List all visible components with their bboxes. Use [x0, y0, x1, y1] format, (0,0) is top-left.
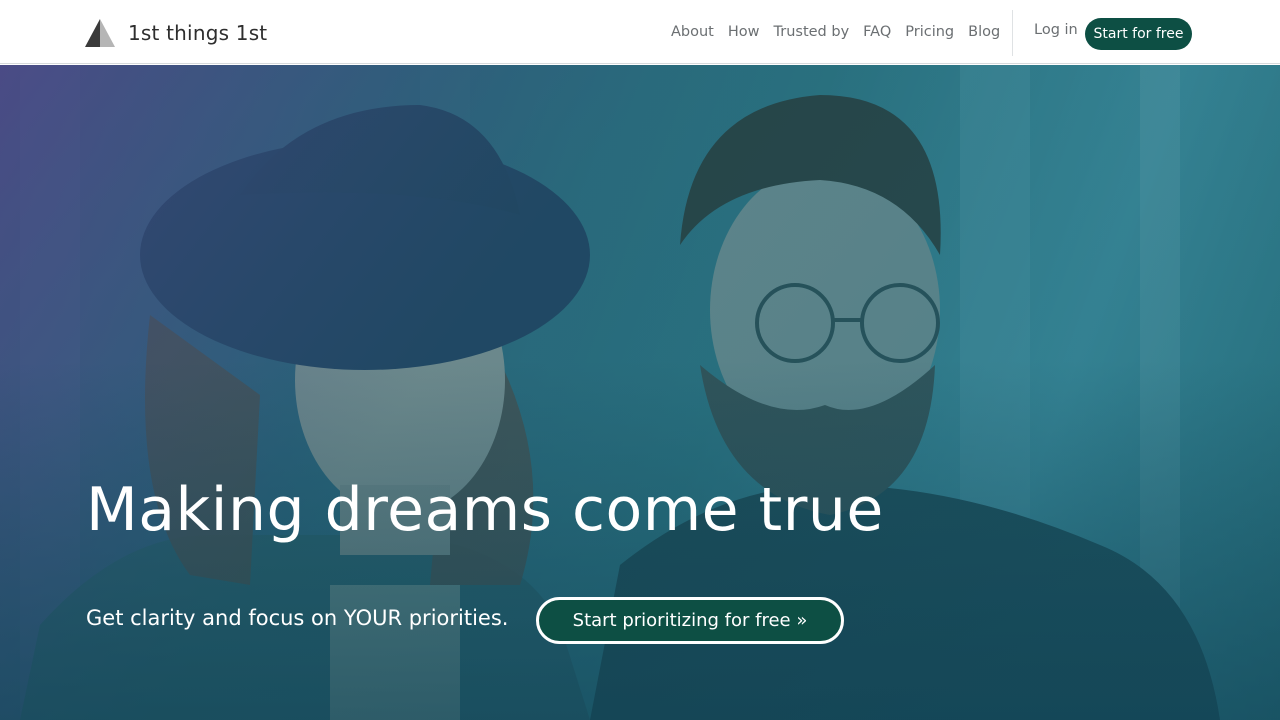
- triangle-logo-icon: [85, 19, 115, 47]
- nav-link-pricing[interactable]: Pricing: [902, 24, 957, 40]
- nav-link-faq[interactable]: FAQ: [860, 24, 894, 40]
- hero-subtitle: Get clarity and focus on YOUR priorities…: [86, 606, 509, 630]
- nav-divider: [1012, 10, 1013, 56]
- brand-name: 1st things 1st: [128, 21, 268, 45]
- start-prioritizing-button[interactable]: Start prioritizing for free »: [536, 597, 844, 644]
- brand-logo-link[interactable]: 1st things 1st: [84, 18, 267, 48]
- top-navigation-bar: 1st things 1st About How Trusted by FAQ …: [0, 0, 1280, 64]
- nav-link-trusted-by[interactable]: Trusted by: [771, 24, 853, 40]
- nav-link-about[interactable]: About: [668, 24, 717, 40]
- nav-link-how[interactable]: How: [725, 24, 763, 40]
- nav-link-blog[interactable]: Blog: [965, 24, 1003, 40]
- main-nav: About How Trusted by FAQ Pricing Blog: [664, 0, 1007, 64]
- hero-title: Making dreams come true: [86, 475, 884, 545]
- login-link[interactable]: Log in: [1034, 22, 1078, 38]
- start-for-free-button[interactable]: Start for free: [1085, 18, 1192, 50]
- hero-section: Making dreams come true Get clarity and …: [0, 65, 1280, 720]
